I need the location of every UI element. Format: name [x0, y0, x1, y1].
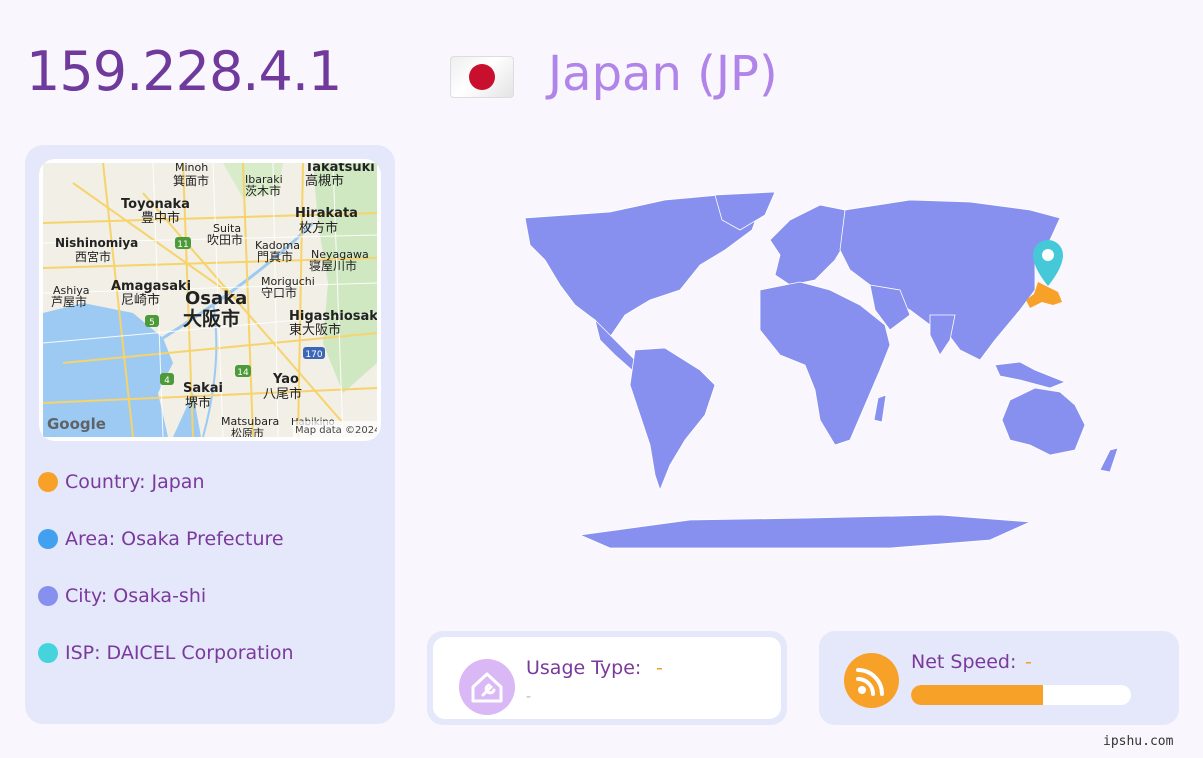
route-14-label: 14	[237, 368, 249, 378]
map-label-higashiosaka: Higashiosaka	[289, 309, 377, 324]
usage-type-value: -	[656, 657, 663, 679]
map-label-sakai-jp: 堺市	[185, 395, 211, 411]
usage-type-subvalue: -	[526, 689, 532, 705]
map-label-neyagawa-jp: 寝屋川市	[309, 258, 357, 273]
location-card: 11 5 170 14 4 Minoh 箕面市 Ibaraki 茨木市 Taka…	[25, 145, 395, 724]
india-shape	[929, 314, 956, 356]
map-label-minoh-jp: 箕面市	[173, 173, 209, 188]
isp-dot-icon	[38, 643, 58, 663]
europe-shape	[769, 204, 851, 286]
route-4-label: 4	[164, 376, 170, 386]
net-speed-bar	[911, 685, 1131, 705]
rss-icon	[844, 653, 899, 708]
map-label-toyonaka: Toyonaka	[121, 197, 190, 212]
area-dot-icon	[38, 529, 58, 549]
world-map	[524, 191, 1119, 549]
google-logo: Google	[47, 415, 106, 433]
route-170-label: 170	[305, 350, 322, 360]
map-label-yao: Yao	[272, 372, 299, 387]
info-city: City: Osaka-shi	[38, 584, 206, 608]
home-wrench-icon	[459, 659, 515, 715]
area-value: Osaka Prefecture	[121, 528, 284, 550]
route-11-label: 11	[177, 240, 188, 250]
isp-value: DAICEL Corporation	[106, 642, 294, 664]
watermark: ipshu.com	[1103, 734, 1174, 749]
map-label-suita-jp: 吹田市	[207, 232, 243, 247]
country-value: Japan	[151, 471, 205, 493]
map-label-higashiosaka-jp: 東大阪市	[289, 322, 341, 338]
info-area: Area: Osaka Prefecture	[38, 527, 284, 551]
net-speed-card: Net Speed: -	[819, 631, 1179, 725]
map-attribution: Map data ©2024	[295, 425, 377, 436]
map-label-amagasaki-jp: 尼崎市	[121, 292, 160, 308]
map-label-nishinomiya: Nishinomiya	[55, 236, 138, 250]
info-country: Country: Japan	[38, 470, 205, 494]
location-pin-icon	[1033, 240, 1063, 286]
map-label-moriguchi-jp: 守口市	[261, 285, 297, 300]
antarctica-shape	[578, 514, 1031, 549]
map-label-kadoma-jp: 門真市	[257, 249, 293, 264]
map-label-toyonaka-jp: 豊中市	[141, 210, 180, 226]
map-label-hirakata-jp: 枚方市	[299, 220, 338, 236]
new-zealand-shape	[1099, 447, 1119, 473]
map-label-matsubara-jp: 松原市	[231, 426, 264, 437]
usage-type-card: Usage Type: - -	[427, 631, 787, 725]
city-value: Osaka-shi	[113, 585, 207, 607]
south-america-shape	[629, 347, 716, 492]
net-speed-label: Net Speed:	[911, 651, 1017, 673]
japan-flag-icon	[450, 56, 514, 98]
australia-shape	[1001, 387, 1086, 456]
country-label: Country:	[65, 471, 146, 493]
info-isp: ISP: DAICEL Corporation	[38, 641, 294, 665]
map-label-amagasaki: Amagasaki	[111, 279, 191, 294]
map-label-yao-jp: 八尾市	[263, 386, 302, 402]
usage-type-label: Usage Type:	[526, 657, 642, 679]
map-label-osaka: Osaka	[185, 288, 247, 309]
ip-address: 159.228.4.1	[26, 40, 342, 103]
osaka-map-image: 11 5 170 14 4 Minoh 箕面市 Ibaraki 茨木市 Taka…	[43, 163, 377, 437]
africa-shape	[759, 281, 891, 446]
madagascar-shape	[873, 394, 887, 423]
map-label-ibaraki-jp: 茨木市	[245, 183, 281, 198]
indonesia-shape	[994, 361, 1067, 389]
map-label-osaka-jp: 大阪市	[183, 307, 240, 330]
map-label-nishinomiya-jp: 西宮市	[75, 249, 111, 264]
map-label-ashiya-jp: 芦屋市	[51, 294, 87, 309]
country-title: Japan (JP)	[548, 46, 778, 102]
area-label: Area:	[65, 528, 116, 550]
route-5-label: 5	[149, 318, 155, 328]
country-dot-icon	[38, 472, 58, 492]
net-speed-bar-fill	[911, 685, 1043, 705]
map-label-minoh: Minoh	[175, 163, 208, 174]
map-label-hirakata: Hirakata	[295, 206, 358, 221]
net-speed-value: -	[1025, 651, 1032, 673]
city-dot-icon	[38, 586, 58, 606]
map-label-takatsuki-jp: 高槻市	[305, 173, 344, 189]
city-label: City:	[65, 585, 108, 607]
city-map[interactable]: 11 5 170 14 4 Minoh 箕面市 Ibaraki 茨木市 Taka…	[39, 159, 381, 441]
map-label-sakai: Sakai	[183, 381, 223, 396]
isp-label: ISP:	[65, 642, 101, 664]
